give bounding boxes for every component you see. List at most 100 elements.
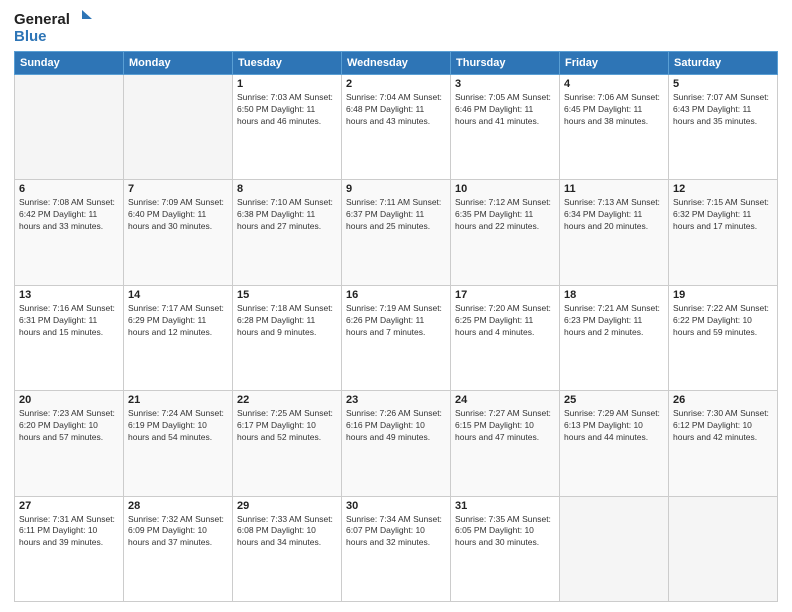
header-wednesday: Wednesday [342,52,451,75]
cell-day-number: 25 [564,394,664,406]
cell-day-number: 18 [564,289,664,301]
cell-info-text: Sunrise: 7:35 AM Sunset: 6:05 PM Dayligh… [455,514,555,550]
cell-0-2: 1 Sunrise: 7:03 AM Sunset: 6:50 PM Daylig… [233,75,342,180]
cell-info-text: Sunrise: 7:16 AM Sunset: 6:31 PM Dayligh… [19,303,119,339]
cell-day-number: 4 [564,78,664,90]
cell-day-number: 22 [237,394,337,406]
cell-info-text: Sunrise: 7:30 AM Sunset: 6:12 PM Dayligh… [673,408,773,444]
week-row-4: 20 Sunrise: 7:23 AM Sunset: 6:20 PM Dayli… [15,391,778,496]
cell-day-number: 1 [237,78,337,90]
cell-info-text: Sunrise: 7:18 AM Sunset: 6:28 PM Dayligh… [237,303,337,339]
cell-day-number: 10 [455,183,555,195]
cell-4-6 [669,496,778,601]
cell-day-number: 29 [237,500,337,512]
cell-2-2: 15 Sunrise: 7:18 AM Sunset: 6:28 PM Dayli… [233,285,342,390]
cell-day-number: 13 [19,289,119,301]
cell-info-text: Sunrise: 7:09 AM Sunset: 6:40 PM Dayligh… [128,197,228,233]
cell-info-text: Sunrise: 7:20 AM Sunset: 6:25 PM Dayligh… [455,303,555,339]
cell-3-1: 21 Sunrise: 7:24 AM Sunset: 6:19 PM Dayli… [124,391,233,496]
cell-0-4: 3Sunrise: 7:05 AM Sunset: 6:46 PM Daylig… [451,75,560,180]
header-saturday: Saturday [669,52,778,75]
cell-info-text: Sunrise: 7:27 AM Sunset: 6:15 PM Dayligh… [455,408,555,444]
cell-info-text: Sunrise: 7:04 AM Sunset: 6:48 PM Dayligh… [346,92,446,128]
cell-3-2: 22 Sunrise: 7:25 AM Sunset: 6:17 PM Dayli… [233,391,342,496]
cell-day-number: 11 [564,183,664,195]
cell-info-text: Sunrise: 7:31 AM Sunset: 6:11 PM Dayligh… [19,514,119,550]
week-row-2: 6Sunrise: 7:08 AM Sunset: 6:42 PM Daylig… [15,180,778,285]
cell-1-1: 7 Sunrise: 7:09 AM Sunset: 6:40 PM Daylig… [124,180,233,285]
cell-4-5 [560,496,669,601]
cell-2-5: 18 Sunrise: 7:21 AM Sunset: 6:23 PM Dayli… [560,285,669,390]
cell-day-number: 19 [673,289,773,301]
cell-info-text: Sunrise: 7:25 AM Sunset: 6:17 PM Dayligh… [237,408,337,444]
week-row-5: 27 Sunrise: 7:31 AM Sunset: 6:11 PM Dayli… [15,496,778,601]
cell-day-number: 24 [455,394,555,406]
cell-1-4: 10 Sunrise: 7:12 AM Sunset: 6:35 PM Dayli… [451,180,560,285]
cell-info-text: Sunrise: 7:22 AM Sunset: 6:22 PM Dayligh… [673,303,773,339]
cell-day-number: 8 [237,183,337,195]
cell-info-text: Sunrise: 7:08 AM Sunset: 6:42 PM Dayligh… [19,197,119,233]
cell-info-text: Sunrise: 7:24 AM Sunset: 6:19 PM Dayligh… [128,408,228,444]
cell-info-text: Sunrise: 7:19 AM Sunset: 6:26 PM Dayligh… [346,303,446,339]
cell-2-0: 13 Sunrise: 7:16 AM Sunset: 6:31 PM Dayli… [15,285,124,390]
cell-day-number: 7 [128,183,228,195]
calendar-header-row: SundayMondayTuesdayWednesdayThursdayFrid… [15,52,778,75]
cell-4-3: 30 Sunrise: 7:34 AM Sunset: 6:07 PM Dayli… [342,496,451,601]
cell-day-number: 12 [673,183,773,195]
cell-1-5: 11 Sunrise: 7:13 AM Sunset: 6:34 PM Dayli… [560,180,669,285]
cell-3-5: 25 Sunrise: 7:29 AM Sunset: 6:13 PM Dayli… [560,391,669,496]
cell-info-text: Sunrise: 7:26 AM Sunset: 6:16 PM Dayligh… [346,408,446,444]
cell-2-1: 14Sunrise: 7:17 AM Sunset: 6:29 PM Dayli… [124,285,233,390]
cell-day-number: 5 [673,78,773,90]
cell-info-text: Sunrise: 7:23 AM Sunset: 6:20 PM Dayligh… [19,408,119,444]
cell-4-1: 28Sunrise: 7:32 AM Sunset: 6:09 PM Dayli… [124,496,233,601]
cell-4-2: 29 Sunrise: 7:33 AM Sunset: 6:08 PM Dayli… [233,496,342,601]
header-thursday: Thursday [451,52,560,75]
cell-day-number: 9 [346,183,446,195]
cell-info-text: Sunrise: 7:15 AM Sunset: 6:32 PM Dayligh… [673,197,773,233]
cell-info-text: Sunrise: 7:13 AM Sunset: 6:34 PM Dayligh… [564,197,664,233]
cell-info-text: Sunrise: 7:07 AM Sunset: 6:43 PM Dayligh… [673,92,773,128]
week-row-3: 13 Sunrise: 7:16 AM Sunset: 6:31 PM Dayli… [15,285,778,390]
cell-info-text: Sunrise: 7:03 AM Sunset: 6:50 PM Dayligh… [237,92,337,128]
cell-3-4: 24 Sunrise: 7:27 AM Sunset: 6:15 PM Dayli… [451,391,560,496]
header-tuesday: Tuesday [233,52,342,75]
cell-info-text: Sunrise: 7:11 AM Sunset: 6:37 PM Dayligh… [346,197,446,233]
cell-day-number: 21 [128,394,228,406]
cell-day-number: 26 [673,394,773,406]
cell-1-2: 8Sunrise: 7:10 AM Sunset: 6:38 PM Daylig… [233,180,342,285]
cell-info-text: Sunrise: 7:17 AM Sunset: 6:29 PM Dayligh… [128,303,228,339]
page: General Blue SundayMondayTuesdayWednesda… [0,0,792,612]
header-sunday: Sunday [15,52,124,75]
cell-1-6: 12 Sunrise: 7:15 AM Sunset: 6:32 PM Dayli… [669,180,778,285]
cell-info-text: Sunrise: 7:33 AM Sunset: 6:08 PM Dayligh… [237,514,337,550]
cell-0-5: 4 Sunrise: 7:06 AM Sunset: 6:45 PM Daylig… [560,75,669,180]
cell-info-text: Sunrise: 7:12 AM Sunset: 6:35 PM Dayligh… [455,197,555,233]
cell-day-number: 28 [128,500,228,512]
cell-3-6: 26 Sunrise: 7:30 AM Sunset: 6:12 PM Dayli… [669,391,778,496]
cell-info-text: Sunrise: 7:21 AM Sunset: 6:23 PM Dayligh… [564,303,664,339]
cell-day-number: 27 [19,500,119,512]
week-row-1: 1 Sunrise: 7:03 AM Sunset: 6:50 PM Daylig… [15,75,778,180]
cell-4-4: 31Sunrise: 7:35 AM Sunset: 6:05 PM Dayli… [451,496,560,601]
cell-day-number: 15 [237,289,337,301]
cell-0-3: 2 Sunrise: 7:04 AM Sunset: 6:48 PM Daylig… [342,75,451,180]
cell-info-text: Sunrise: 7:34 AM Sunset: 6:07 PM Dayligh… [346,514,446,550]
cell-info-text: Sunrise: 7:06 AM Sunset: 6:45 PM Dayligh… [564,92,664,128]
cell-0-1 [124,75,233,180]
cell-3-3: 23Sunrise: 7:26 AM Sunset: 6:16 PM Dayli… [342,391,451,496]
cell-day-number: 2 [346,78,446,90]
cell-day-number: 17 [455,289,555,301]
cell-4-0: 27 Sunrise: 7:31 AM Sunset: 6:11 PM Dayli… [15,496,124,601]
cell-2-4: 17 Sunrise: 7:20 AM Sunset: 6:25 PM Dayli… [451,285,560,390]
header-friday: Friday [560,52,669,75]
cell-info-text: Sunrise: 7:29 AM Sunset: 6:13 PM Dayligh… [564,408,664,444]
cell-day-number: 20 [19,394,119,406]
cell-day-number: 16 [346,289,446,301]
cell-0-6: 5 Sunrise: 7:07 AM Sunset: 6:43 PM Daylig… [669,75,778,180]
cell-day-number: 30 [346,500,446,512]
header-monday: Monday [124,52,233,75]
cell-2-3: 16 Sunrise: 7:19 AM Sunset: 6:26 PM Dayli… [342,285,451,390]
cell-day-number: 3 [455,78,555,90]
cell-1-0: 6Sunrise: 7:08 AM Sunset: 6:42 PM Daylig… [15,180,124,285]
